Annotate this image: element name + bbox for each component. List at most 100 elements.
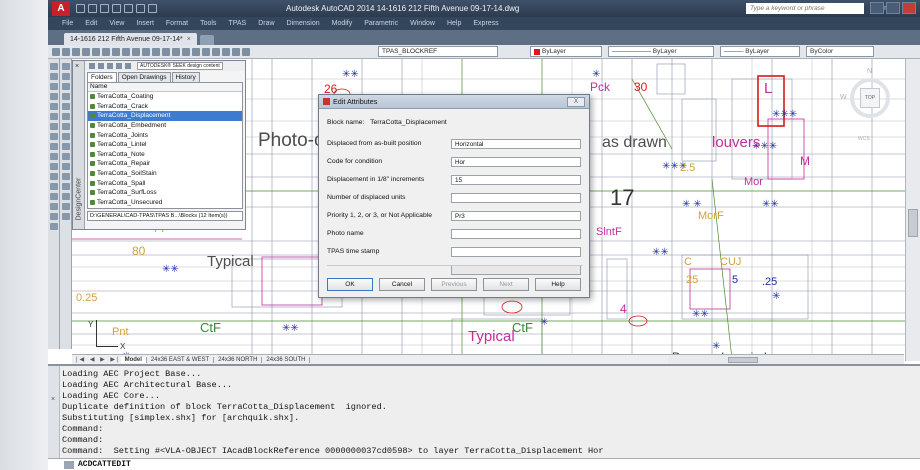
dialog-close-button[interactable]: X [567, 97, 585, 107]
list-item[interactable]: TerraCotta_Spall [88, 178, 242, 188]
list-item[interactable]: TerraCotta_Crack [88, 102, 242, 112]
rotate-tool-icon[interactable] [61, 123, 70, 130]
views-icon[interactable] [125, 63, 131, 69]
menu-window[interactable]: Window [410, 20, 435, 27]
lineweight-dropdown[interactable]: ——— ByLayer [720, 46, 800, 57]
minimize-button[interactable] [870, 2, 884, 14]
list-column-name[interactable]: Name [88, 83, 242, 92]
designcenter-tab-folders[interactable]: Folders [87, 72, 117, 82]
tool-icon[interactable] [212, 47, 220, 56]
list-item[interactable]: TerraCotta_Joints [88, 130, 242, 140]
layout-tab-model[interactable]: Model [120, 356, 147, 363]
list-item[interactable]: TerraCotta_SoilStain [88, 169, 242, 179]
menu-tools[interactable]: Tools [200, 20, 216, 27]
command-line-input[interactable]: ACDCATTEDIT [48, 458, 920, 470]
designcenter-title-strip[interactable]: × DesignCenter [73, 61, 85, 229]
horizontal-scrollbar[interactable] [668, 354, 904, 364]
seek-design-content-link[interactable]: AUTODESK® SEEK design content [137, 62, 223, 70]
viewcube-top-face[interactable]: TOP [860, 88, 880, 108]
up-folder-icon[interactable] [116, 63, 122, 69]
menu-file[interactable]: File [62, 20, 73, 27]
plot-icon[interactable] [124, 4, 133, 13]
tool-icon[interactable] [82, 47, 90, 56]
vertical-scrollbar[interactable] [905, 59, 920, 361]
tool-icon[interactable] [52, 47, 60, 56]
arc-tool-icon[interactable] [49, 103, 58, 110]
menu-parametric[interactable]: Parametric [364, 20, 398, 27]
hatch-tool-icon[interactable] [49, 183, 58, 190]
mtext-tool-icon[interactable] [49, 223, 58, 230]
menu-dimension[interactable]: Dimension [287, 20, 320, 27]
attribute-value-field[interactable]: Pr3 [451, 211, 581, 221]
move-tool-icon[interactable] [61, 113, 70, 120]
extend-tool-icon[interactable] [61, 163, 70, 170]
command-window-grip[interactable]: × [48, 366, 60, 458]
close-window-button[interactable] [902, 2, 916, 14]
help-button[interactable]: Help [535, 278, 581, 291]
menu-modify[interactable]: Modify [332, 20, 353, 27]
redo-icon[interactable] [148, 4, 157, 13]
tool-icon[interactable] [142, 47, 150, 56]
dialog-title-bar[interactable]: Edit Attributes [319, 95, 589, 109]
ok-button[interactable]: OK [327, 278, 373, 291]
cancel-button[interactable]: Cancel [379, 278, 425, 291]
menu-express[interactable]: Express [473, 20, 498, 27]
next-button[interactable]: Next [483, 278, 529, 291]
new-file-icon[interactable] [76, 4, 85, 13]
layout-tab-sheet[interactable]: 24x36 SOUTH [262, 356, 311, 363]
copy-tool-icon[interactable] [61, 73, 70, 80]
layer-dropdown[interactable]: TPAS_BLOCKREF [378, 46, 498, 57]
tool-icon[interactable] [172, 47, 180, 56]
insert-block-icon[interactable] [49, 153, 58, 160]
command-prompt-icon[interactable] [64, 460, 74, 469]
erase-tool-icon[interactable] [61, 63, 70, 70]
list-item[interactable]: TerraCotta_Coating [88, 92, 242, 102]
previous-button[interactable]: Previous [431, 278, 477, 291]
designcenter-tab-history[interactable]: History [171, 72, 200, 82]
save-icon[interactable] [100, 4, 109, 13]
break-tool-icon[interactable] [61, 173, 70, 180]
tool-icon[interactable] [232, 47, 240, 56]
tool-icon[interactable] [102, 47, 110, 56]
tool-icon[interactable] [222, 47, 230, 56]
menu-edit[interactable]: Edit [85, 20, 97, 27]
chamfer-tool-icon[interactable] [61, 193, 70, 200]
forward-icon[interactable] [107, 63, 113, 69]
tool-icon[interactable] [92, 47, 100, 56]
offset-tool-icon[interactable] [61, 93, 70, 100]
attribute-value-field[interactable]: Horizontal [451, 139, 581, 149]
menu-view[interactable]: View [109, 20, 124, 27]
fillet-tool-icon[interactable] [61, 203, 70, 210]
undo-icon[interactable] [136, 4, 145, 13]
mirror-tool-icon[interactable] [61, 83, 70, 90]
list-item[interactable]: TerraCotta_Lintel [88, 140, 242, 150]
tool-icon[interactable] [182, 47, 190, 56]
color-dropdown[interactable]: ByLayer [530, 46, 602, 57]
menu-insert[interactable]: Insert [136, 20, 154, 27]
tool-icon[interactable] [162, 47, 170, 56]
polyline-tool-icon[interactable] [49, 73, 58, 80]
gradient-tool-icon[interactable] [49, 193, 58, 200]
list-item[interactable]: TerraCotta_Note [88, 150, 242, 160]
table-tool-icon[interactable] [49, 213, 58, 220]
layout-tab-navigation[interactable]: |◀ ◀ ▶ ▶| [76, 356, 121, 363]
trim-tool-icon[interactable] [61, 153, 70, 160]
command-window-close-icon[interactable]: × [51, 396, 55, 403]
file-tab[interactable]: 14-1616 212 Fifth Avenue 09-17-14* × [64, 33, 197, 45]
tool-icon[interactable] [72, 47, 80, 56]
tool-icon[interactable] [112, 47, 120, 56]
tool-icon[interactable] [132, 47, 140, 56]
attribute-value-field[interactable]: Hor [451, 157, 581, 167]
help-search-input[interactable]: Type a keyword or phrase [746, 3, 864, 14]
save-as-icon[interactable] [112, 4, 121, 13]
new-tab-button[interactable] [199, 35, 214, 45]
tool-icon[interactable] [122, 47, 130, 56]
list-item[interactable]: TerraCotta_Embedment [88, 121, 242, 131]
tool-icon[interactable] [152, 47, 160, 56]
back-icon[interactable] [98, 63, 104, 69]
horizontal-scroll-thumb[interactable] [728, 357, 758, 363]
line-tool-icon[interactable] [49, 63, 58, 70]
region-tool-icon[interactable] [49, 203, 58, 210]
scale-tool-icon[interactable] [61, 133, 70, 140]
load-icon[interactable] [89, 63, 95, 69]
